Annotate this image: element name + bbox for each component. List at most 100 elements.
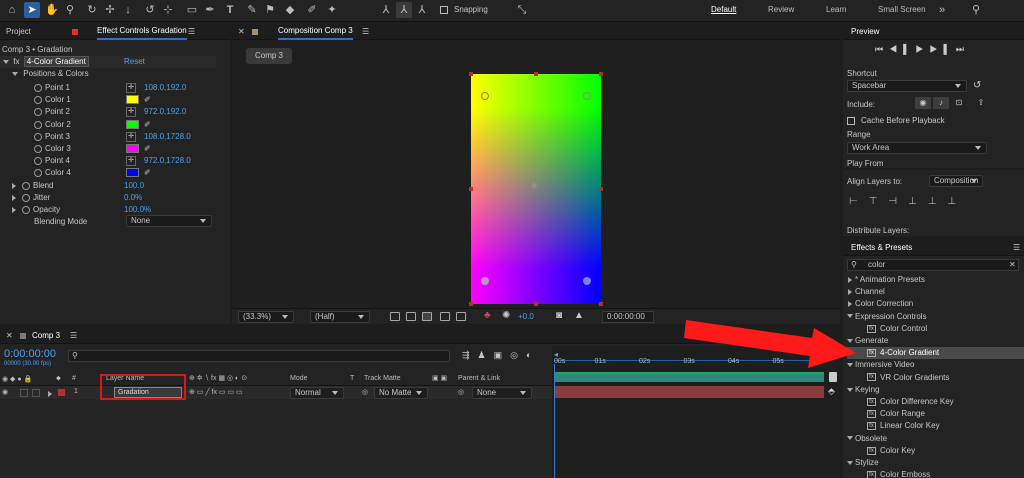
layer-duration-bar[interactable] bbox=[554, 386, 824, 398]
region-of-interest-icon[interactable] bbox=[390, 312, 400, 321]
snapshot-icon[interactable]: ◙ bbox=[556, 310, 562, 321]
eyedropper-icon[interactable]: ✐ bbox=[144, 119, 151, 131]
effect-item[interactable]: fx Color Range bbox=[847, 408, 1024, 420]
comp-breadcrumb-button[interactable]: Comp 3 bbox=[246, 48, 292, 64]
cache-before-playback-checkbox[interactable] bbox=[847, 117, 855, 125]
point-4-handle[interactable] bbox=[583, 277, 591, 285]
panel-menu-icon[interactable]: ☰ bbox=[362, 24, 369, 40]
panel-menu-icon[interactable]: ☰ bbox=[70, 328, 77, 344]
panel-menu-icon[interactable]: ☰ bbox=[1013, 240, 1020, 256]
stopwatch-icon[interactable] bbox=[22, 182, 30, 190]
timeline-search-input[interactable] bbox=[68, 350, 450, 362]
eyedropper-icon[interactable]: ✐ bbox=[144, 143, 151, 155]
transparency-grid-icon[interactable] bbox=[406, 312, 416, 321]
zoom-tool-icon[interactable]: ⚲ bbox=[62, 2, 78, 18]
close-icon[interactable]: ✕ bbox=[238, 24, 245, 40]
exposure-value[interactable]: +0.0 bbox=[518, 312, 534, 321]
tab-project[interactable]: Project bbox=[6, 24, 31, 40]
crosshair-icon[interactable]: ✛ bbox=[126, 156, 136, 167]
stopwatch-icon[interactable] bbox=[34, 108, 42, 117]
timeline-switches[interactable]: ⇶♟▣◎◐ bbox=[462, 350, 539, 361]
search-help-icon[interactable]: ⚲ bbox=[968, 2, 984, 18]
color-channels-icon[interactable]: ♣ bbox=[484, 310, 491, 321]
layer-row[interactable]: ◉ 1 Gradation ⊕ ▭ ╱ fx ▭ ▭ ▭ Normal ◎ No… bbox=[0, 386, 552, 399]
reset-link[interactable]: Reset bbox=[124, 56, 145, 68]
category-item[interactable]: Expression Controls bbox=[847, 311, 1024, 323]
layer-mode-dropdown[interactable]: Normal bbox=[290, 387, 344, 399]
panel-menu-icon[interactable]: ☰ bbox=[188, 24, 195, 40]
export-icon[interactable]: ⇪ bbox=[975, 97, 987, 109]
include-audio-icon[interactable]: ♪ bbox=[933, 97, 949, 109]
color-swatch[interactable] bbox=[126, 119, 139, 129]
eyedropper-icon[interactable]: ✐ bbox=[144, 94, 151, 106]
range-dropdown[interactable]: Work Area bbox=[847, 142, 987, 154]
category-item[interactable]: Immersive Video bbox=[847, 359, 1024, 371]
snapping-options-icon[interactable]: ⤡ bbox=[514, 2, 530, 18]
resolution-dropdown[interactable]: (Half) bbox=[310, 311, 370, 323]
point-1-handle[interactable] bbox=[481, 92, 489, 100]
effect-item[interactable]: fx Color Key bbox=[847, 445, 1024, 457]
roto-brush-tool-icon[interactable]: ✐ bbox=[304, 2, 320, 18]
blending-mode-dropdown[interactable]: None bbox=[126, 215, 212, 227]
reset-shortcut-icon[interactable]: ↺ bbox=[973, 80, 981, 91]
pick-whip-icon[interactable]: ◎ bbox=[458, 388, 464, 396]
layer-track-matte-dropdown[interactable]: No Matte bbox=[374, 387, 428, 399]
color-swatch[interactable] bbox=[126, 95, 139, 105]
category-item[interactable]: Generate bbox=[847, 335, 1024, 347]
pen-tool-icon[interactable]: ✒ bbox=[202, 2, 218, 18]
align-to-dropdown[interactable]: Composition bbox=[929, 175, 983, 187]
category-item[interactable]: Stylize bbox=[847, 457, 1024, 469]
rectangle-tool-icon[interactable]: ▭ bbox=[184, 2, 200, 18]
axis-view-icon[interactable]: ⅄ bbox=[414, 2, 430, 18]
layer-switches[interactable]: ⊕ ▭ ╱ fx ▭ ▭ ▭ bbox=[189, 388, 243, 396]
category-item[interactable]: * Animation Presets bbox=[847, 274, 1024, 286]
stopwatch-icon[interactable] bbox=[34, 157, 42, 166]
point-3-handle[interactable] bbox=[481, 277, 489, 285]
property-value[interactable]: 100.0 bbox=[124, 180, 144, 192]
anchor-point-icon[interactable]: ✧ bbox=[530, 182, 538, 192]
workspaces-menu-icon[interactable]: » bbox=[934, 2, 950, 18]
anchor-point-tool-icon[interactable]: ⊹ bbox=[160, 2, 176, 18]
include-overlays-icon[interactable]: ⊡ bbox=[953, 97, 965, 109]
effect-item[interactable]: fx Color Control bbox=[847, 323, 1024, 335]
effect-item[interactable]: fx VR Color Gradients bbox=[847, 372, 1024, 384]
effect-item[interactable]: fx Linear Color Key bbox=[847, 420, 1024, 432]
property-value[interactable]: 108.0,192.0 bbox=[144, 82, 186, 94]
exposure-reset-icon[interactable]: ✺ bbox=[502, 310, 510, 321]
gradient-canvas[interactable]: ✧ bbox=[469, 72, 603, 306]
category-item[interactable]: Channel bbox=[847, 286, 1024, 298]
workspace-default[interactable]: Default bbox=[711, 5, 736, 14]
expand-layer-icon[interactable] bbox=[48, 389, 52, 398]
axis-world-icon[interactable]: ⅄ bbox=[396, 2, 412, 18]
stopwatch-icon[interactable] bbox=[34, 145, 42, 153]
property-value[interactable]: 108.0,1728.0 bbox=[144, 131, 191, 143]
property-value[interactable]: 0.0% bbox=[124, 192, 142, 204]
workspace-learn[interactable]: Learn bbox=[826, 5, 846, 14]
clone-stamp-tool-icon[interactable]: ⚑ bbox=[262, 2, 278, 18]
effects-search-input[interactable]: color bbox=[847, 259, 1019, 271]
category-item[interactable]: Color Correction bbox=[847, 298, 1024, 310]
workspace-small-screen[interactable]: Small Screen bbox=[878, 5, 926, 14]
mode-header[interactable]: Mode bbox=[290, 375, 308, 382]
selection-tool-icon[interactable]: ➤ bbox=[24, 2, 40, 18]
eraser-tool-icon[interactable]: ◆ bbox=[282, 2, 298, 18]
safe-margins-icon[interactable] bbox=[440, 312, 450, 321]
effect-item[interactable]: fx Color Difference Key bbox=[847, 396, 1024, 408]
timeline-timecode[interactable]: 0:00:00:00 bbox=[4, 348, 56, 360]
hand-tool-icon[interactable]: ✋ bbox=[44, 2, 60, 18]
crosshair-icon[interactable]: ✛ bbox=[126, 131, 136, 142]
fx-icon[interactable]: fx bbox=[13, 57, 19, 66]
puppet-pin-tool-icon[interactable]: ✦ bbox=[324, 2, 340, 18]
matte-source-icon[interactable]: ◎ bbox=[362, 388, 368, 396]
tab-effect-controls[interactable]: Effect Controls Gradation bbox=[97, 24, 187, 40]
stopwatch-icon[interactable] bbox=[34, 84, 42, 92]
axis-local-icon[interactable]: ⅄ bbox=[378, 2, 394, 18]
align-buttons[interactable]: ⊢⊤⊣⊥⊥⊥ bbox=[849, 196, 967, 207]
clear-search-icon[interactable]: ✕ bbox=[1009, 259, 1016, 271]
parent-link-header[interactable]: Parent & Link bbox=[458, 375, 500, 382]
category-item[interactable]: Obsolete bbox=[847, 433, 1024, 445]
property-value[interactable]: 972.0,1728.0 bbox=[144, 155, 191, 167]
current-time-display[interactable]: 0:00:00:00 bbox=[602, 311, 654, 323]
stopwatch-icon[interactable] bbox=[22, 206, 30, 215]
tab-timeline-comp[interactable]: Comp 3 bbox=[32, 328, 60, 344]
